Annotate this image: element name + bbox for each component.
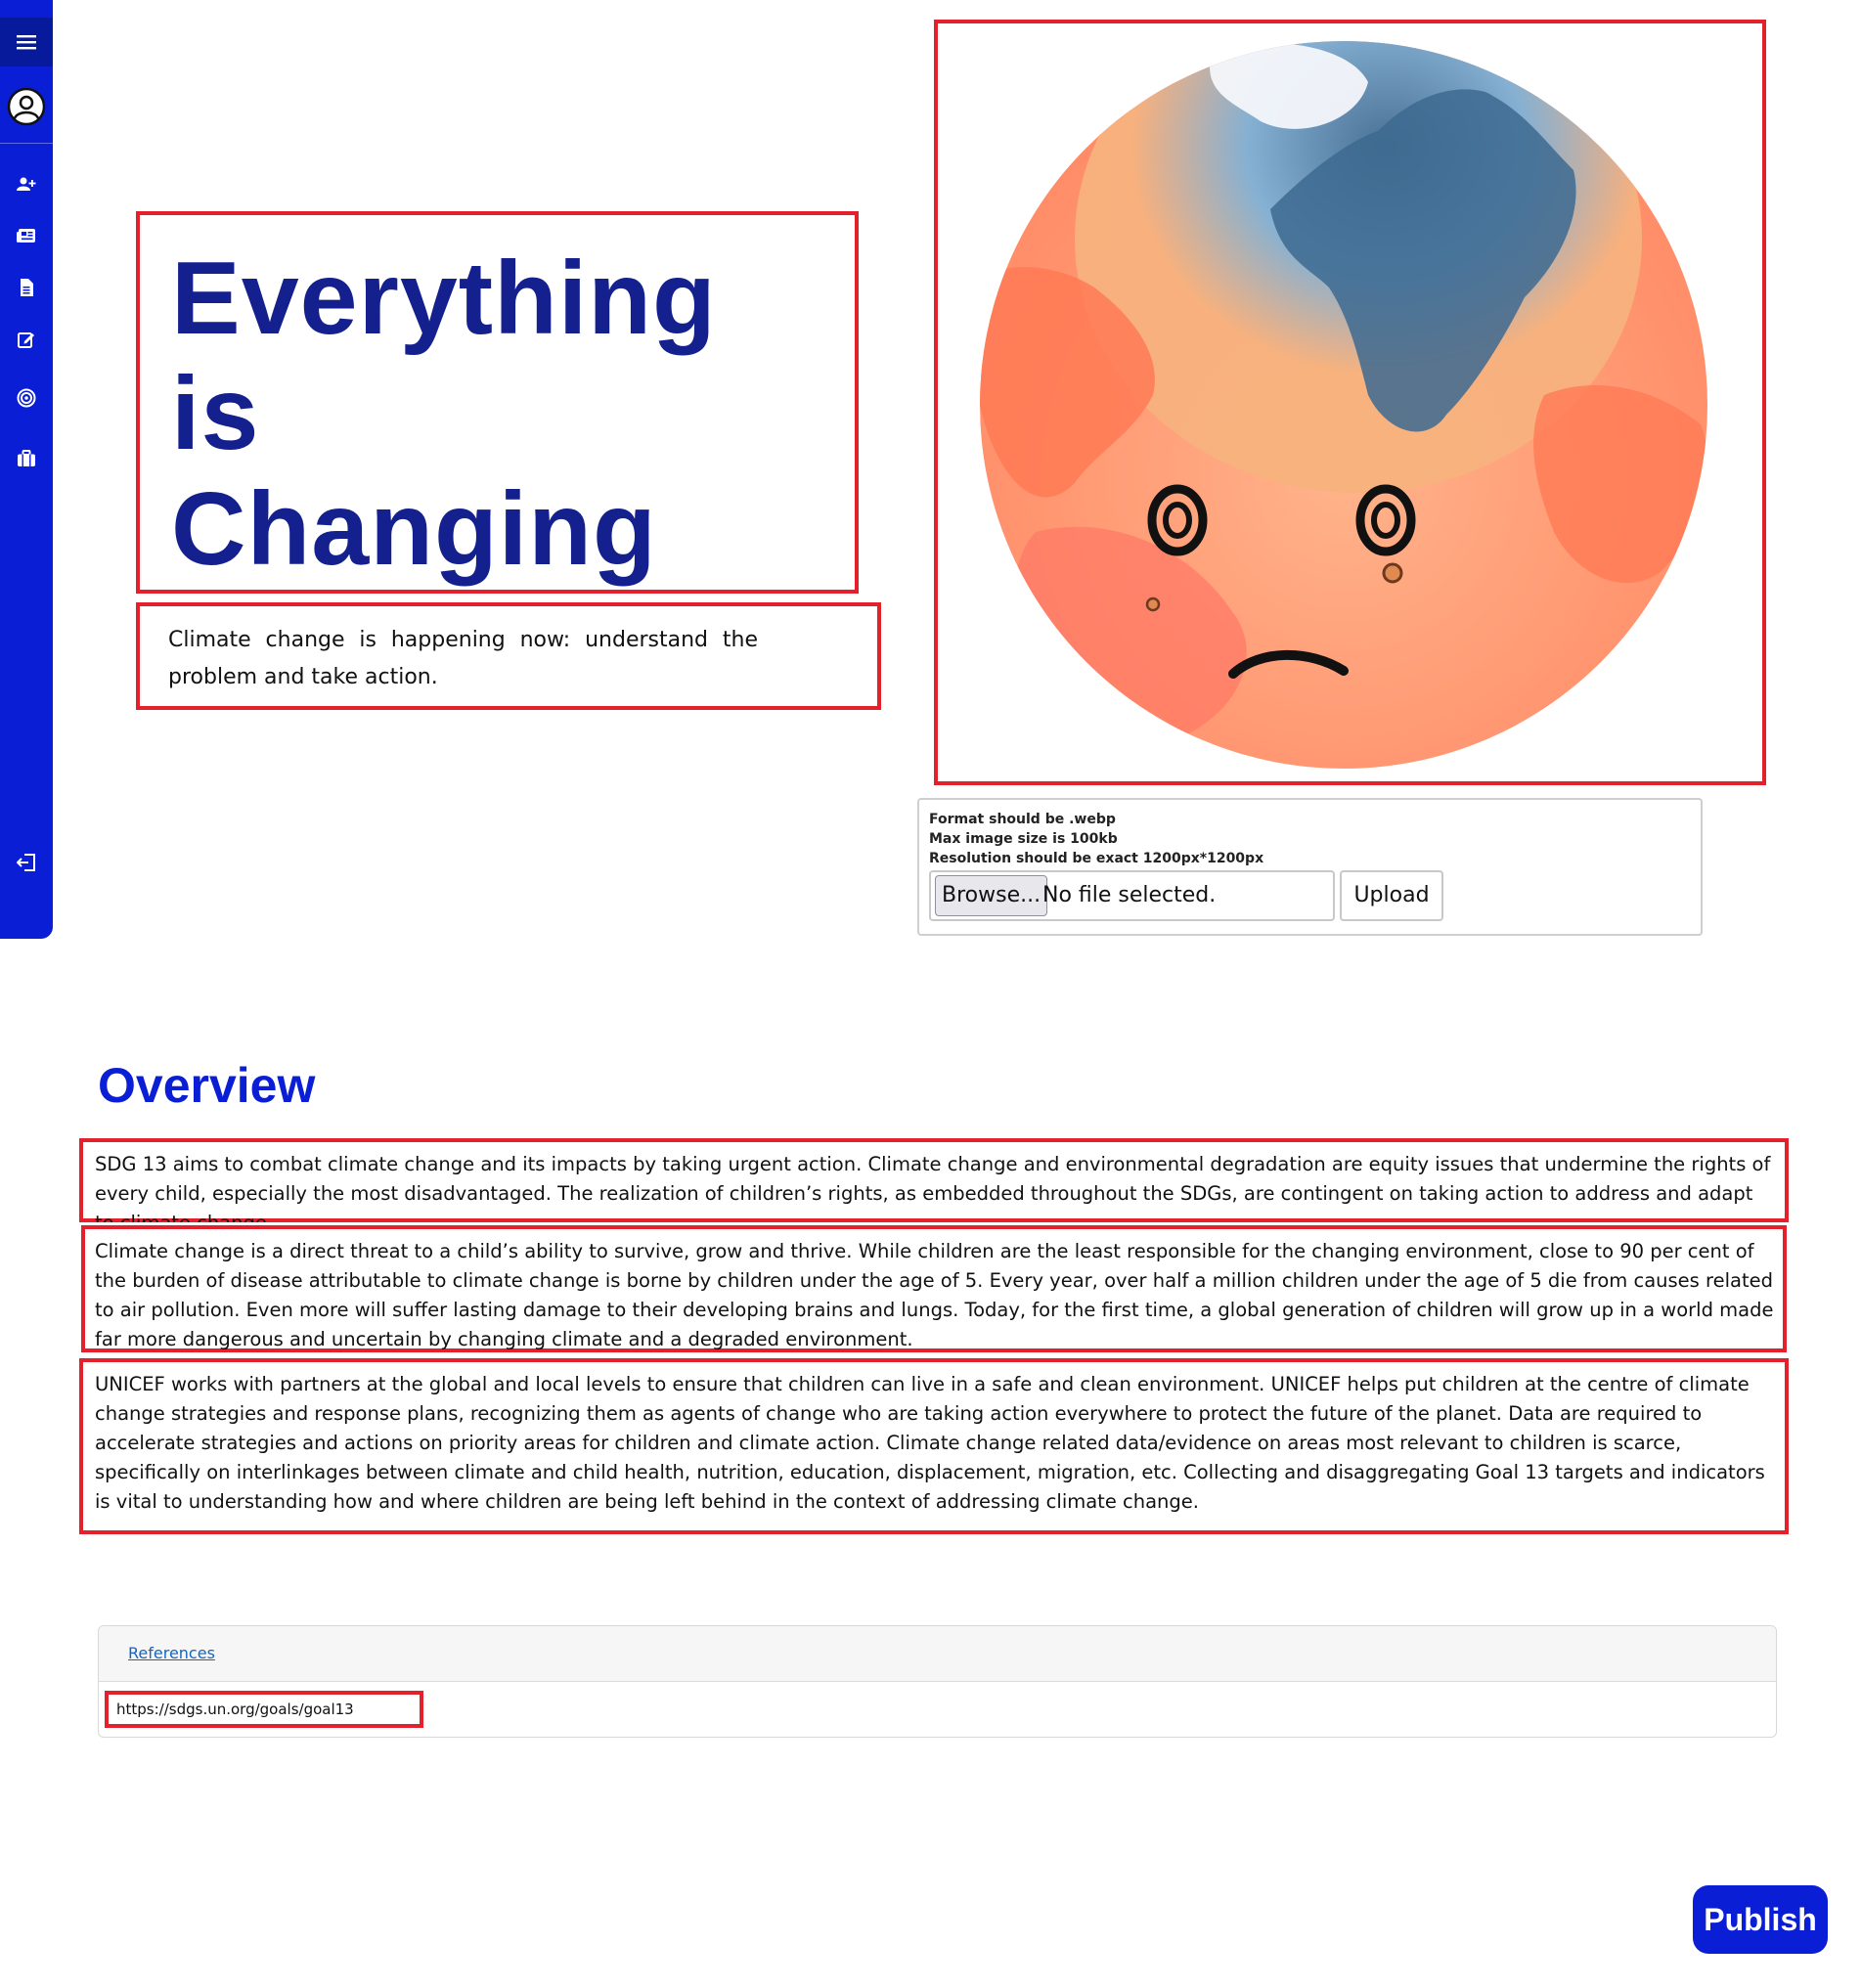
- hero-title-line-2: is: [171, 356, 260, 471]
- edit-icon: [18, 332, 34, 348]
- add-user-icon: [17, 177, 36, 191]
- user-avatar-icon: [7, 87, 46, 126]
- sidebar-item-logout[interactable]: [13, 849, 40, 876]
- upload-hint-format: Format should be .webp: [929, 812, 1116, 827]
- hero-image-frame[interactable]: [934, 20, 1766, 785]
- image-upload-panel: Format should be .webp Max image size is…: [917, 798, 1703, 936]
- sidebar-divider: [0, 143, 53, 144]
- sidebar-item-portfolio[interactable]: [13, 445, 40, 472]
- target-icon: [17, 388, 36, 408]
- hero-title-line-1: Everything: [171, 241, 717, 356]
- browse-button[interactable]: Browse...: [935, 875, 1048, 916]
- sidebar-item-goals[interactable]: [13, 384, 40, 412]
- menu-toggle-button[interactable]: [0, 18, 53, 66]
- logout-icon: [17, 854, 35, 871]
- references-panel: References https://sdgs.un.org/goals/goa…: [98, 1625, 1777, 1738]
- references-toggle-link[interactable]: References: [128, 1644, 215, 1662]
- hero-title-line-3: Changing: [171, 471, 657, 587]
- upload-hint-resolution: Resolution should be exact 1200px*1200px: [929, 851, 1264, 866]
- upload-button[interactable]: Upload: [1340, 870, 1443, 921]
- references-header: References: [99, 1626, 1776, 1682]
- sidebar-item-documents[interactable]: [13, 274, 40, 301]
- menu-icon: [17, 35, 36, 50]
- sidebar: [0, 0, 53, 939]
- publish-button[interactable]: Publish: [1693, 1885, 1828, 1954]
- file-status: No file selected.: [1042, 883, 1217, 907]
- upload-requirements: Format should be .webp Max image size is…: [929, 810, 1263, 868]
- reference-item[interactable]: https://sdgs.un.org/goals/goal13: [105, 1691, 423, 1728]
- sidebar-item-add-user[interactable]: [13, 170, 40, 198]
- sad-globe-illustration: [980, 41, 1707, 769]
- hero-subtitle[interactable]: Climate change is happening now: underst…: [136, 602, 877, 708]
- overview-paragraph-2[interactable]: Climate change is a direct threat to a c…: [79, 1225, 1789, 1352]
- overview-heading: Overview: [98, 1058, 316, 1113]
- overview-paragraph-3[interactable]: UNICEF works with partners at the global…: [79, 1358, 1789, 1534]
- user-avatar[interactable]: [5, 85, 48, 128]
- news-icon: [17, 229, 35, 243]
- file-input[interactable]: Browse... No file selected.: [929, 870, 1335, 921]
- document-icon: [21, 279, 33, 296]
- upload-hint-size: Max image size is 100kb: [929, 831, 1118, 847]
- sidebar-item-news[interactable]: [13, 222, 40, 249]
- briefcase-icon: [18, 450, 35, 466]
- hero-title[interactable]: Everything is Changing: [136, 213, 840, 587]
- overview-paragraph-1[interactable]: SDG 13 aims to combat climate change and…: [79, 1138, 1789, 1222]
- sidebar-item-edit[interactable]: [13, 326, 40, 353]
